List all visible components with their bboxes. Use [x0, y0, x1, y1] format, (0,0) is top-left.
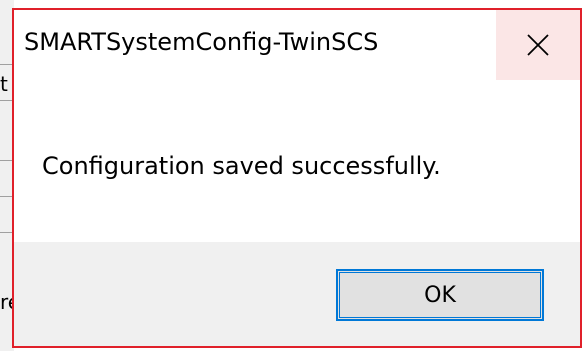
dialog-title: SMARTSystemConfig-TwinSCS — [24, 28, 379, 56]
dialog-titlebar[interactable]: SMARTSystemConfig-TwinSCS — [14, 10, 580, 82]
close-icon — [527, 34, 549, 56]
dialog-message: Configuration saved successfully. — [42, 152, 441, 180]
close-button[interactable] — [496, 10, 580, 80]
dialog-footer: OK — [14, 242, 580, 346]
message-dialog: SMARTSystemConfig-TwinSCS Configuration … — [12, 8, 582, 348]
ok-button[interactable]: OK — [336, 269, 544, 321]
dialog-content: Configuration saved successfully. — [14, 82, 580, 242]
